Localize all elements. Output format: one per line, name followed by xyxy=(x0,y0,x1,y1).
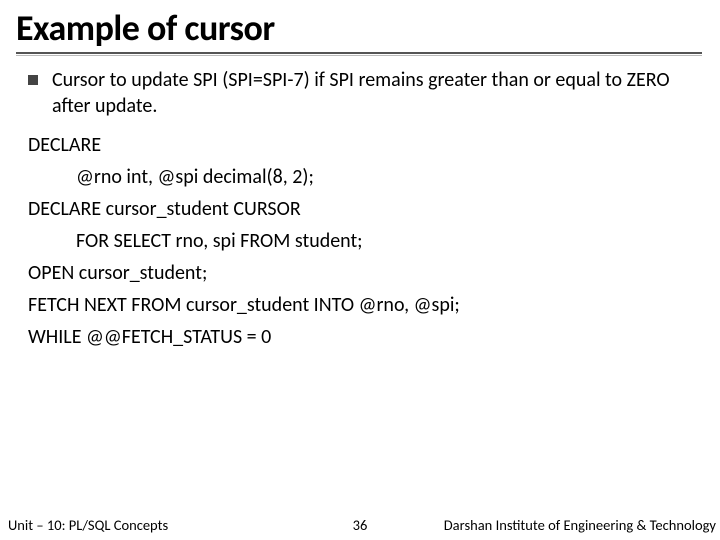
square-bullet-icon xyxy=(28,75,42,85)
footer-right: Darshan Institute of Engineering & Techn… xyxy=(444,516,716,534)
footer-left: Unit – 10: PL/SQL Concepts xyxy=(8,516,168,534)
bullet-text: Cursor to update SPI (SPI=SPI-7) if SPI … xyxy=(52,68,692,119)
code-line: WHILE @@FETCH_STATUS = 0 xyxy=(28,321,692,353)
code-line: DECLARE xyxy=(28,129,692,161)
code-line: FETCH NEXT FROM cursor_student INTO @rno… xyxy=(28,289,692,321)
footer: Unit – 10: PL/SQL Concepts 36 Darshan In… xyxy=(0,516,720,540)
bullet-item: Cursor to update SPI (SPI=SPI-7) if SPI … xyxy=(28,68,692,119)
slide: Example of cursor Cursor to update SPI (… xyxy=(0,0,720,540)
footer-page-number: 36 xyxy=(353,516,368,534)
title-block: Example of cursor xyxy=(0,0,720,60)
slide-body: Cursor to update SPI (SPI=SPI-7) if SPI … xyxy=(0,60,720,516)
code-line: DECLARE cursor_student CURSOR xyxy=(28,193,692,225)
code-line: @rno int, @spi decimal(8, 2); xyxy=(28,161,692,193)
title-rule-top xyxy=(16,52,702,54)
code-block: DECLARE @rno int, @spi decimal(8, 2); DE… xyxy=(28,129,692,353)
slide-title: Example of cursor xyxy=(16,6,702,50)
code-line: FOR SELECT rno, spi FROM student; xyxy=(28,225,692,257)
code-line: OPEN cursor_student; xyxy=(28,257,692,289)
title-rule-bottom xyxy=(16,55,702,56)
